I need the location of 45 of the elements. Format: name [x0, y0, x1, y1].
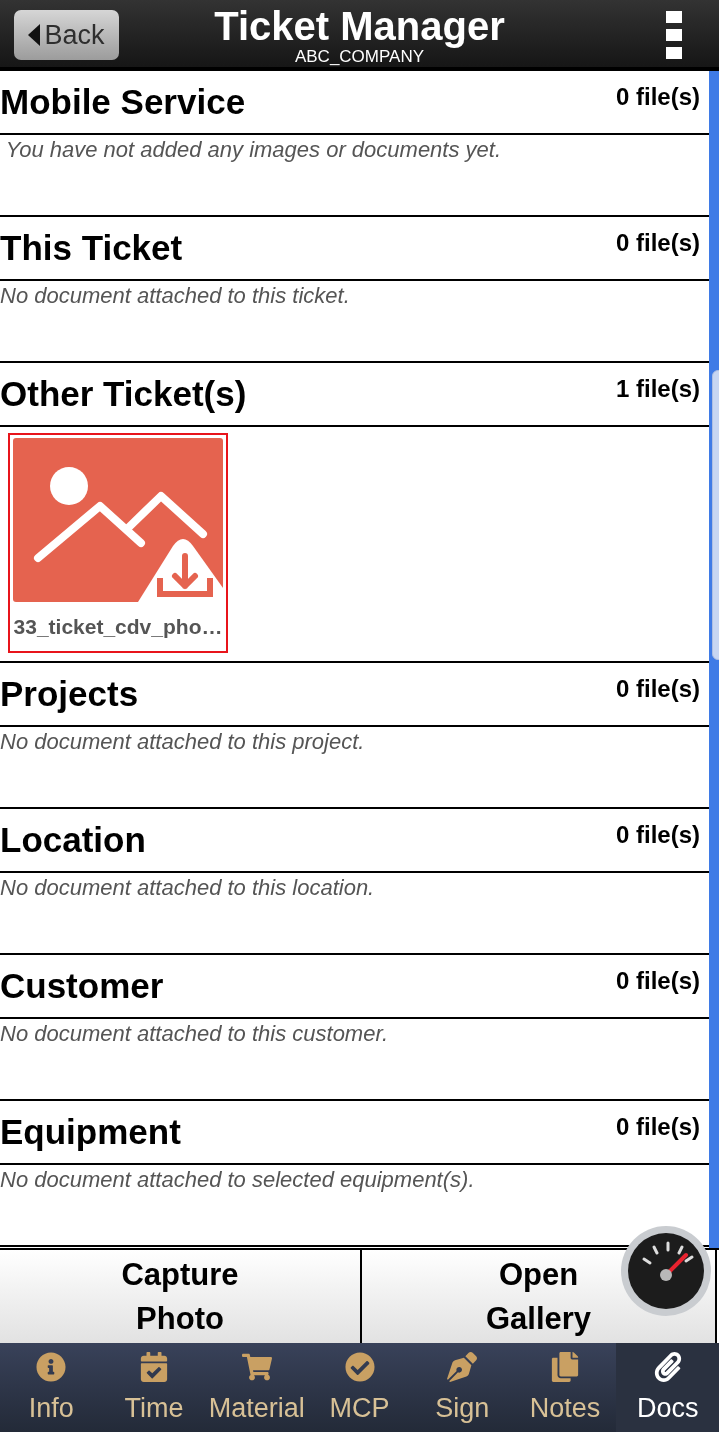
file-count: 0 file(s) — [615, 83, 700, 111]
side-panel-handle[interactable] — [712, 370, 719, 660]
tab[interactable]: Material — [205, 1343, 309, 1432]
image-file-icon — [13, 438, 223, 602]
back-button[interactable]: Back — [14, 10, 119, 60]
file-count: 0 file(s) — [615, 821, 700, 849]
tab[interactable]: Notes — [513, 1343, 617, 1432]
empty-message: No document attached to this ticket. — [0, 282, 351, 310]
file-count: 0 file(s) — [615, 1113, 700, 1141]
tab[interactable]: MCP — [308, 1343, 411, 1432]
cart-icon — [241, 1352, 272, 1382]
menu-button[interactable] — [666, 11, 684, 59]
section-title: Other Ticket(s) — [0, 374, 247, 414]
section-title: Equipment — [0, 1112, 181, 1152]
empty-message: You have not added any images or documents yet. — [4, 136, 503, 164]
triangle-left-icon — [28, 24, 41, 46]
empty-message: No document attached to selected equipment(s). — [0, 1166, 476, 1194]
section-title: Projects — [0, 674, 139, 714]
tab[interactable]: Docs — [616, 1343, 719, 1432]
empty-message: No document attached to this location. — [0, 874, 376, 902]
capture-photo-button[interactable]: Capture Photo — [0, 1250, 362, 1343]
section-title: Customer — [0, 966, 164, 1006]
menu-icon — [666, 11, 684, 59]
file-name: 33_ticket_cdv_pho… — [13, 614, 223, 640]
tab[interactable]: Time — [102, 1343, 206, 1432]
empty-message: No document attached to this project. — [0, 728, 366, 756]
header-title: Ticket Manager — [214, 3, 505, 48]
section-title: This Ticket — [0, 228, 183, 268]
gauge-overlay[interactable] — [620, 1225, 712, 1317]
documents-icon — [549, 1352, 580, 1382]
tab[interactable]: Info — [0, 1343, 103, 1432]
tab[interactable]: Sign — [410, 1343, 514, 1432]
file-count: 0 file(s) — [615, 967, 700, 995]
paperclip-icon — [652, 1352, 683, 1382]
section-title: Location — [0, 820, 146, 860]
pen-icon — [447, 1352, 478, 1382]
company-name: ABC_COMPANY — [294, 47, 425, 66]
file-thumbnail[interactable]: 33_ticket_cdv_pho… — [8, 433, 228, 653]
info-icon — [36, 1352, 67, 1382]
file-count: 1 file(s) — [615, 375, 700, 403]
section-title: Mobile Service — [0, 82, 246, 122]
file-count: 0 file(s) — [615, 675, 700, 703]
calendar-check-icon — [139, 1352, 170, 1382]
empty-message: No document attached to this customer. — [0, 1020, 390, 1048]
file-count: 0 file(s) — [615, 229, 700, 257]
